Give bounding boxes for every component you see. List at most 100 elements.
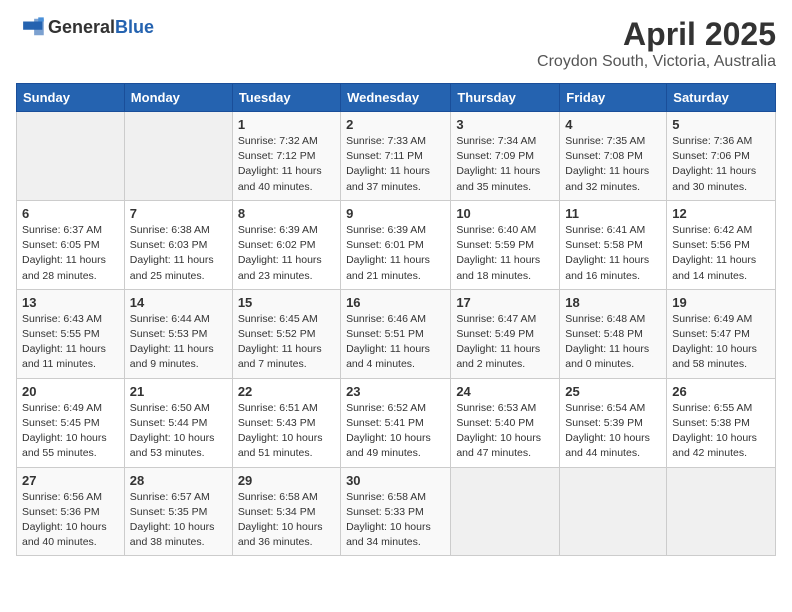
calendar-cell: 27Sunrise: 6:56 AM Sunset: 5:36 PM Dayli… [17,467,125,556]
day-number: 28 [130,473,227,488]
calendar-cell: 15 Sunrise: 6:45 AM Sunset: 5:52 PM Dayli… [232,289,340,378]
calendar-cell: 25 Sunrise: 6:54 AM Sunset: 5:39 PM Dayli… [560,378,667,467]
main-title: April 2025 [537,16,776,53]
day-info: Sunrise: 6:37 AM Sunset: 6:05 PM Dayligh… [22,223,119,284]
weekday-header-row: SundayMondayTuesdayWednesdayThursdayFrid… [17,84,776,112]
day-number: 27 [22,473,119,488]
day-info: Sunrise: 6:39 AM Sunset: 6:02 PM Dayligh… [238,223,335,284]
day-info: Sunrise: 6:43 AM Sunset: 5:55 PM Dayligh… [22,312,119,373]
day-number: 8 [238,206,335,221]
day-info: Sunrise: 7:36 AM Sunset: 7:06 PM Dayligh… [672,134,770,195]
weekday-header-wednesday: Wednesday [341,84,451,112]
day-number: 24 [456,384,554,399]
day-info: Sunrise: 6:41 AM Sunset: 5:58 PM Dayligh… [565,223,661,284]
day-info: Sunrise: 6:54 AM Sunset: 5:39 PM Dayligh… [565,401,661,462]
day-number: 16 [346,295,445,310]
day-number: 21 [130,384,227,399]
day-number: 14 [130,295,227,310]
weekday-header-monday: Monday [124,84,232,112]
calendar-cell: 10Sunrise: 6:40 AM Sunset: 5:59 PM Dayli… [451,200,560,289]
weekday-header-sunday: Sunday [17,84,125,112]
day-info: Sunrise: 7:35 AM Sunset: 7:08 PM Dayligh… [565,134,661,195]
day-number: 29 [238,473,335,488]
day-info: Sunrise: 6:44 AM Sunset: 5:53 PM Dayligh… [130,312,227,373]
calendar-cell: 28Sunrise: 6:57 AM Sunset: 5:35 PM Dayli… [124,467,232,556]
page-header: GeneralBlue April 2025 Croydon South, Vi… [16,16,776,71]
day-info: Sunrise: 6:39 AM Sunset: 6:01 PM Dayligh… [346,223,445,284]
day-info: Sunrise: 6:48 AM Sunset: 5:48 PM Dayligh… [565,312,661,373]
day-number: 23 [346,384,445,399]
day-number: 7 [130,206,227,221]
calendar-cell [451,467,560,556]
day-number: 15 [238,295,335,310]
day-number: 25 [565,384,661,399]
day-number: 11 [565,206,661,221]
day-info: Sunrise: 6:47 AM Sunset: 5:49 PM Dayligh… [456,312,554,373]
day-info: Sunrise: 6:49 AM Sunset: 5:47 PM Dayligh… [672,312,770,373]
calendar-cell: 3 Sunrise: 7:34 AM Sunset: 7:09 PM Daylig… [451,112,560,201]
calendar-week-row: 20Sunrise: 6:49 AM Sunset: 5:45 PM Dayli… [17,378,776,467]
day-info: Sunrise: 6:50 AM Sunset: 5:44 PM Dayligh… [130,401,227,462]
calendar-week-row: 27Sunrise: 6:56 AM Sunset: 5:36 PM Dayli… [17,467,776,556]
calendar-cell: 1 Sunrise: 7:32 AM Sunset: 7:12 PM Daylig… [232,112,340,201]
calendar-week-row: 6 Sunrise: 6:37 AM Sunset: 6:05 PM Daylig… [17,200,776,289]
calendar-week-row: 13 Sunrise: 6:43 AM Sunset: 5:55 PM Dayli… [17,289,776,378]
calendar-cell: 18 Sunrise: 6:48 AM Sunset: 5:48 PM Dayli… [560,289,667,378]
day-info: Sunrise: 6:58 AM Sunset: 5:33 PM Dayligh… [346,490,445,551]
day-info: Sunrise: 6:51 AM Sunset: 5:43 PM Dayligh… [238,401,335,462]
day-number: 3 [456,117,554,132]
day-number: 6 [22,206,119,221]
day-number: 20 [22,384,119,399]
day-info: Sunrise: 6:53 AM Sunset: 5:40 PM Dayligh… [456,401,554,462]
calendar-cell [560,467,667,556]
title-block: April 2025 Croydon South, Victoria, Aust… [537,16,776,71]
calendar-cell: 6 Sunrise: 6:37 AM Sunset: 6:05 PM Daylig… [17,200,125,289]
day-number: 13 [22,295,119,310]
day-number: 9 [346,206,445,221]
calendar-cell [667,467,776,556]
calendar-cell: 24 Sunrise: 6:53 AM Sunset: 5:40 PM Dayli… [451,378,560,467]
day-number: 10 [456,206,554,221]
calendar-cell: 8 Sunrise: 6:39 AM Sunset: 6:02 PM Daylig… [232,200,340,289]
calendar-cell: 5 Sunrise: 7:36 AM Sunset: 7:06 PM Daylig… [667,112,776,201]
day-info: Sunrise: 7:32 AM Sunset: 7:12 PM Dayligh… [238,134,335,195]
calendar-cell: 2 Sunrise: 7:33 AM Sunset: 7:11 PM Daylig… [341,112,451,201]
day-number: 2 [346,117,445,132]
day-info: Sunrise: 6:38 AM Sunset: 6:03 PM Dayligh… [130,223,227,284]
day-number: 19 [672,295,770,310]
day-info: Sunrise: 6:45 AM Sunset: 5:52 PM Dayligh… [238,312,335,373]
day-info: Sunrise: 6:58 AM Sunset: 5:34 PM Dayligh… [238,490,335,551]
calendar-cell: 19 Sunrise: 6:49 AM Sunset: 5:47 PM Dayli… [667,289,776,378]
day-number: 1 [238,117,335,132]
calendar-cell: 13 Sunrise: 6:43 AM Sunset: 5:55 PM Dayli… [17,289,125,378]
logo-icon [16,16,44,38]
calendar-cell: 20Sunrise: 6:49 AM Sunset: 5:45 PM Dayli… [17,378,125,467]
day-number: 18 [565,295,661,310]
calendar-cell: 29 Sunrise: 6:58 AM Sunset: 5:34 PM Dayli… [232,467,340,556]
day-info: Sunrise: 7:33 AM Sunset: 7:11 PM Dayligh… [346,134,445,195]
day-info: Sunrise: 7:34 AM Sunset: 7:09 PM Dayligh… [456,134,554,195]
day-number: 17 [456,295,554,310]
calendar-week-row: 1 Sunrise: 7:32 AM Sunset: 7:12 PM Daylig… [17,112,776,201]
day-info: Sunrise: 6:42 AM Sunset: 5:56 PM Dayligh… [672,223,770,284]
calendar-cell [17,112,125,201]
calendar-cell: 23 Sunrise: 6:52 AM Sunset: 5:41 PM Dayli… [341,378,451,467]
day-info: Sunrise: 6:52 AM Sunset: 5:41 PM Dayligh… [346,401,445,462]
day-number: 4 [565,117,661,132]
calendar-cell: 22 Sunrise: 6:51 AM Sunset: 5:43 PM Dayli… [232,378,340,467]
day-number: 30 [346,473,445,488]
weekday-header-friday: Friday [560,84,667,112]
calendar-cell: 16Sunrise: 6:46 AM Sunset: 5:51 PM Dayli… [341,289,451,378]
weekday-header-saturday: Saturday [667,84,776,112]
day-number: 26 [672,384,770,399]
day-number: 22 [238,384,335,399]
calendar-cell: 30 Sunrise: 6:58 AM Sunset: 5:33 PM Dayli… [341,467,451,556]
calendar-cell: 11 Sunrise: 6:41 AM Sunset: 5:58 PM Dayli… [560,200,667,289]
calendar-cell: 7 Sunrise: 6:38 AM Sunset: 6:03 PM Daylig… [124,200,232,289]
calendar-cell [124,112,232,201]
weekday-header-thursday: Thursday [451,84,560,112]
day-number: 5 [672,117,770,132]
calendar-cell: 26Sunrise: 6:55 AM Sunset: 5:38 PM Dayli… [667,378,776,467]
day-number: 12 [672,206,770,221]
logo: GeneralBlue [16,16,154,38]
